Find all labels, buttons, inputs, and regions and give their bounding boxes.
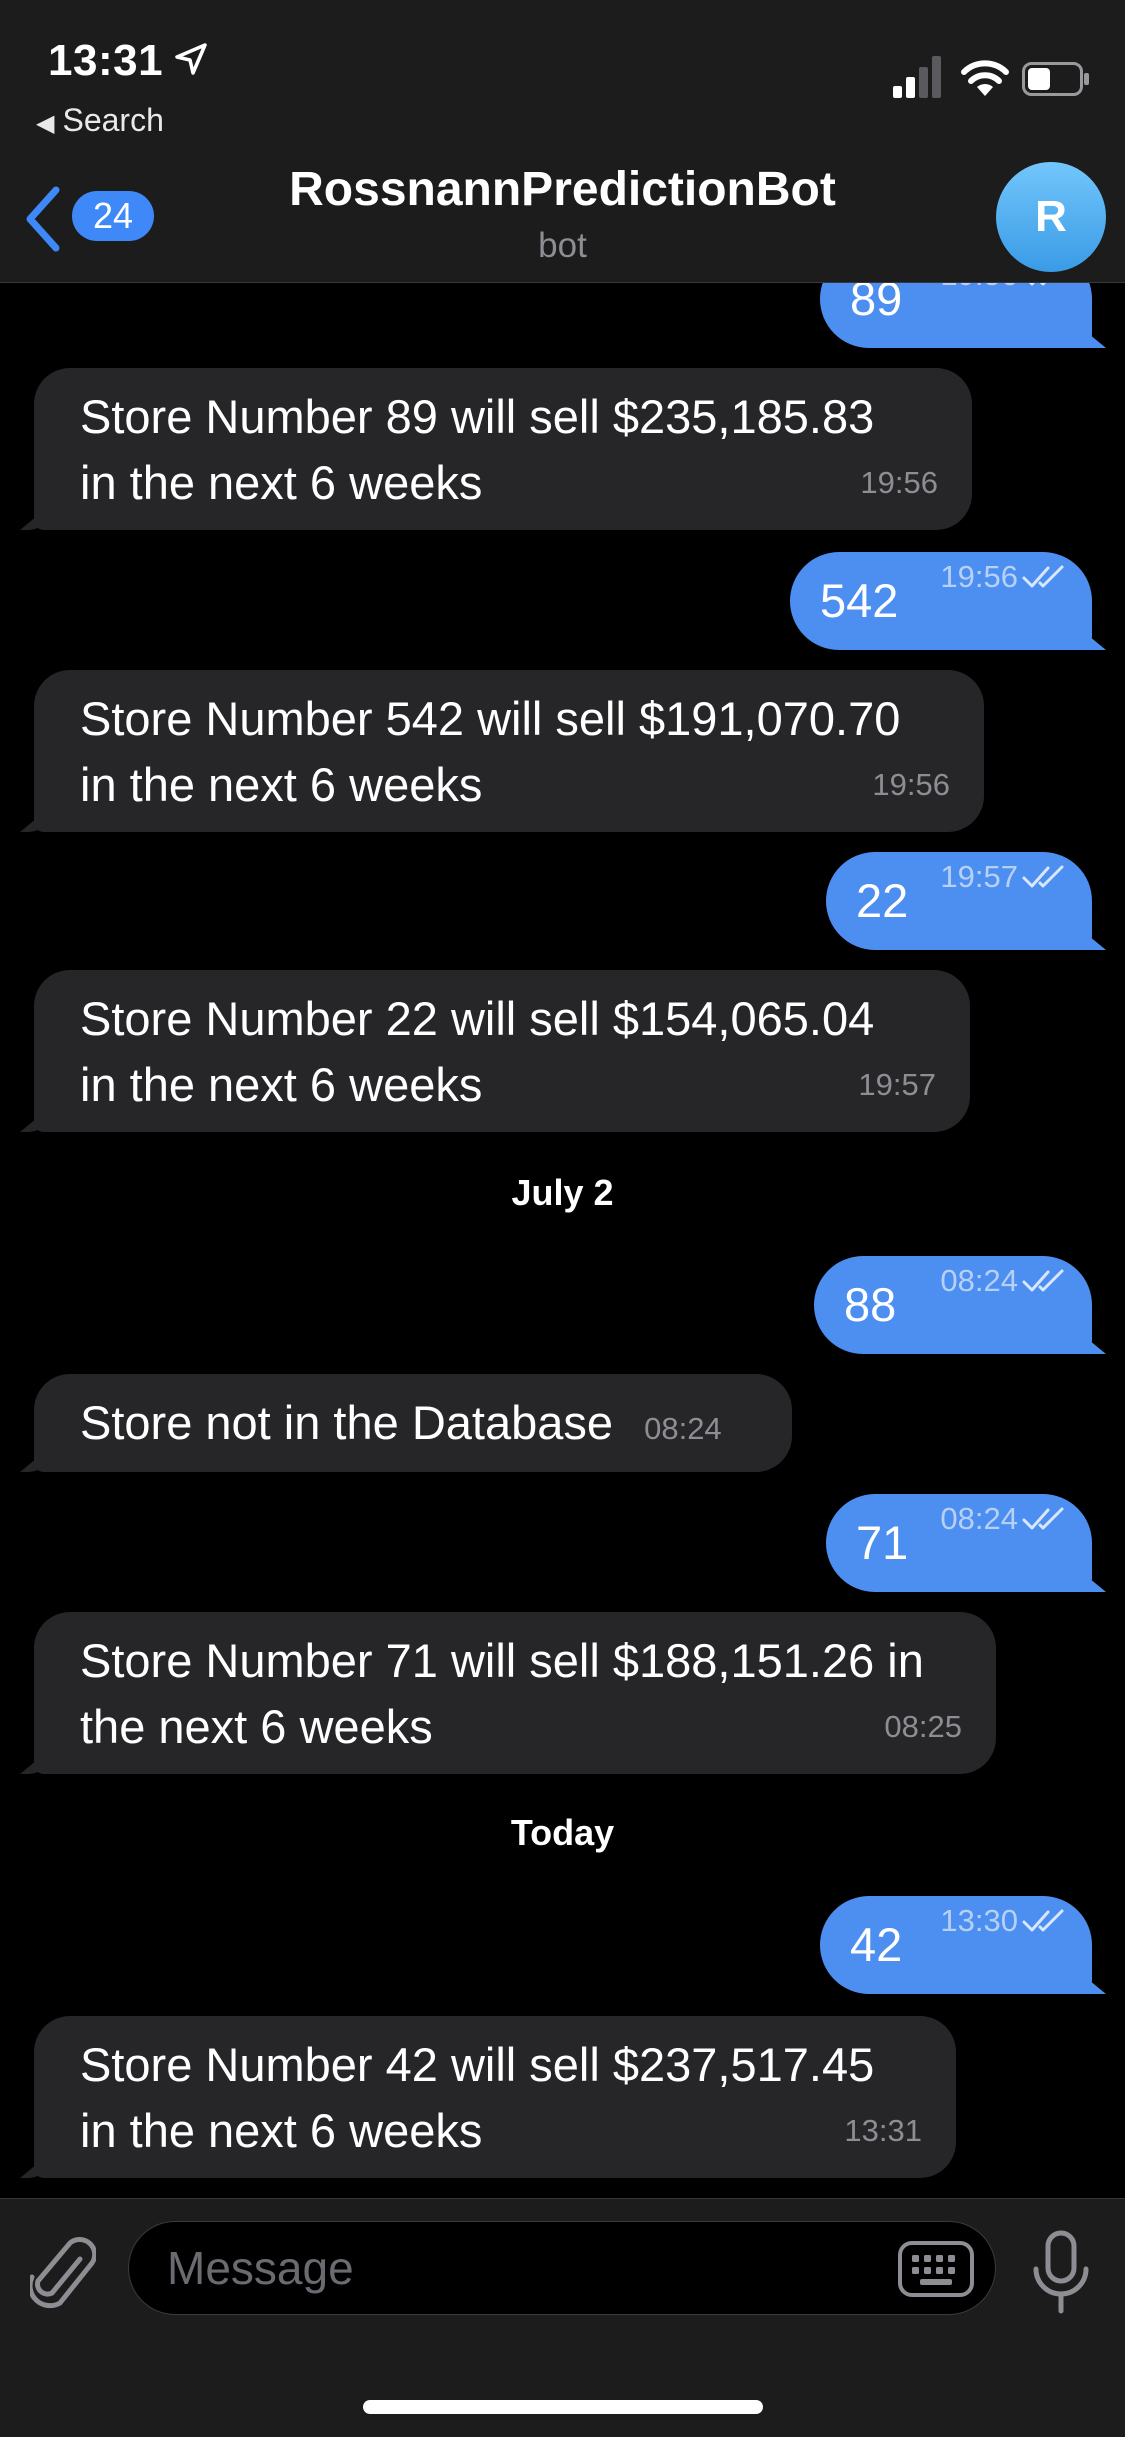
message-text-line: in the next 6 weeks [80, 456, 483, 509]
message-time: 08:24 [940, 1501, 1018, 1536]
message-time: 19:56 [860, 465, 938, 500]
back-triangle-icon: ◀ [36, 110, 55, 137]
message-text: 88 [844, 1278, 897, 1331]
message-text-line: Store Number 42 will sell $237,517.45 [80, 2038, 875, 2091]
outgoing-message[interactable]: 88 08:24 [814, 1256, 1092, 1354]
message-time: 19:57 [858, 1067, 936, 1102]
message-time: 13:31 [844, 2113, 922, 2148]
message-text-line: Store Number 542 will sell $191,070.70 [80, 692, 901, 745]
message-text-line: Store Number 22 will sell $154,065.04 [80, 992, 875, 1045]
outgoing-message[interactable]: 42 13:30 [820, 1896, 1092, 1994]
keyboard-icon[interactable] [898, 2241, 974, 2297]
read-ticks-icon [1022, 865, 1064, 888]
incoming-message[interactable]: Store Number 22 will sell $154,065.04 in… [34, 970, 970, 1132]
message-time: 08:25 [884, 1709, 962, 1744]
message-meta: 08:24 [940, 1232, 1066, 1330]
message-text-line: Store Number 71 will sell $188,151.26 in [80, 1634, 924, 1687]
message-text-line: Store Number 89 will sell $235,185.83 [80, 390, 875, 443]
message-time: 19:56 [940, 559, 1018, 594]
status-time: 13:31 [48, 36, 164, 85]
paperclip-icon[interactable] [30, 2233, 96, 2319]
avatar[interactable]: R [996, 162, 1106, 272]
message-time: 19:57 [940, 859, 1018, 894]
message-meta: 19:57 [940, 828, 1066, 926]
outgoing-message[interactable]: 542 19:56 [790, 552, 1092, 650]
chat-title[interactable]: RossnannPredictionBot [0, 162, 1125, 217]
incoming-message[interactable]: Store Number 42 will sell $237,517.45 in… [34, 2016, 956, 2178]
wifi-icon [961, 60, 1009, 96]
message-text-line: in the next 6 weeks [80, 1058, 483, 1111]
read-ticks-icon [1022, 565, 1064, 588]
message-text: 42 [850, 1918, 903, 1971]
incoming-message[interactable]: Store Number 71 will sell $188,151.26 in… [34, 1612, 996, 1774]
message-text: Store not in the Database [80, 1396, 614, 1449]
message-text-line: the next 6 weeks [80, 1700, 433, 1753]
chat-subtitle: bot [538, 226, 587, 265]
back-app-label: Search [62, 102, 164, 138]
message-input[interactable]: Message [128, 2221, 996, 2315]
incoming-message[interactable]: Store Number 542 will sell $191,070.70 i… [34, 670, 984, 832]
message-time: 19:56 [872, 767, 950, 802]
message-time: 08:24 [940, 1263, 1018, 1298]
message-time: 13:30 [940, 1903, 1018, 1938]
date-separator: Today [510, 1812, 615, 1853]
outgoing-message[interactable]: 71 08:24 [826, 1494, 1092, 1592]
message-text-line: in the next 6 weeks [80, 2104, 483, 2157]
home-indicator[interactable] [363, 2400, 763, 2414]
outgoing-message[interactable]: 22 19:57 [826, 852, 1092, 950]
read-ticks-icon [1022, 1507, 1064, 1530]
message-text-line: in the next 6 weeks [80, 758, 483, 811]
incoming-message[interactable]: Store Number 89 will sell $235,185.83 in… [34, 368, 972, 530]
read-ticks-icon [1022, 1909, 1064, 1932]
incoming-message[interactable]: Store not in the Database 08:24 [34, 1374, 792, 1472]
location-arrow-icon [175, 43, 207, 75]
battery-icon [1022, 62, 1089, 96]
back-to-app-link[interactable]: ◀ Search [36, 102, 164, 139]
date-separator: July 2 [511, 1172, 614, 1213]
read-ticks-icon [1022, 1269, 1064, 1292]
message-meta: 19:56 [940, 528, 1066, 626]
message-text: 542 [820, 574, 899, 627]
message-text: 22 [856, 874, 909, 927]
message-text: 71 [856, 1516, 909, 1569]
message-meta: 08:24 [940, 1470, 1066, 1568]
message-time: 08:24 [644, 1411, 722, 1446]
microphone-icon[interactable] [1030, 2229, 1092, 2317]
chat-header: 13:31 ◀ Search 24 RossnannPredictionBot b… [0, 0, 1125, 283]
signal-icon [893, 56, 941, 98]
message-meta: 13:30 [940, 1872, 1066, 1970]
